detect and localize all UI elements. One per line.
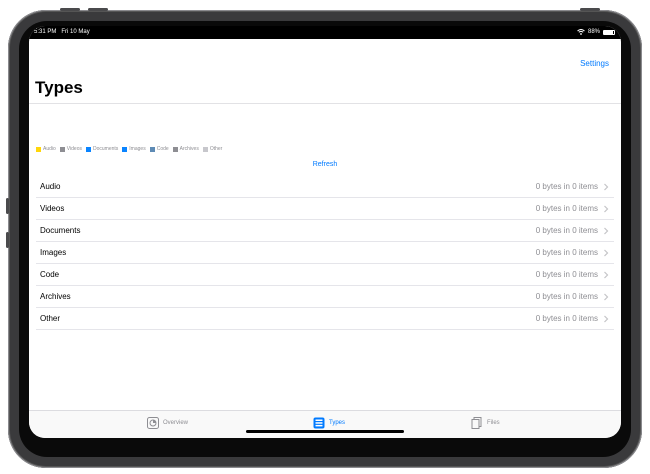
type-row[interactable]: Documents 0 bytes in 0 items — [36, 220, 614, 242]
chevron-right-icon — [604, 315, 609, 323]
type-label: Other — [40, 314, 61, 323]
type-label: Code — [40, 270, 60, 279]
type-label: Archives — [40, 292, 71, 301]
legend-item: Videos — [59, 146, 82, 152]
volume-button — [6, 232, 9, 248]
date-text: Fri 10 May — [61, 29, 90, 35]
refresh-button[interactable]: Refresh — [29, 161, 621, 168]
type-size: 0 bytes in 0 items — [535, 182, 598, 191]
type-size: 0 bytes in 0 items — [535, 292, 598, 301]
tab-bar: Overview Types Files — [29, 410, 621, 438]
type-row[interactable]: Other 0 bytes in 0 items — [36, 308, 614, 330]
chevron-right-icon — [604, 249, 609, 257]
legend-label: Code — [156, 146, 169, 152]
type-row[interactable]: Audio 0 bytes in 0 items — [36, 176, 614, 198]
tab-label: Files — [487, 420, 500, 426]
battery-percent: 88% — [587, 29, 600, 35]
legend-label: Images — [129, 146, 146, 152]
status-time: 5:31 PM Fri 10 May — [34, 29, 90, 35]
tab-label: Overview — [163, 420, 189, 426]
legend-label: Videos — [66, 146, 82, 152]
legend-label: Audio — [43, 146, 56, 152]
volume-button — [6, 198, 9, 214]
chart-legend: Audio Videos Documents Images Code Archives Ot… — [36, 146, 222, 152]
battery-icon — [603, 29, 615, 35]
wifi-icon — [577, 29, 585, 35]
legend-item: Other — [202, 146, 223, 152]
types-list: Audio 0 bytes in 0 items Videos 0 bytes in … — [36, 176, 614, 330]
status-indicators: 88% — [577, 29, 615, 35]
tab-types[interactable]: Types — [313, 417, 345, 429]
app-screen: 5:31 PM Fri 10 May 88% Settings Types Au… — [29, 26, 621, 438]
legend-item: Documents — [86, 146, 118, 152]
overview-icon — [147, 417, 159, 429]
legend-swatch — [59, 146, 65, 152]
time-text: 5:31 PM — [34, 29, 57, 35]
type-size: 0 bytes in 0 items — [535, 270, 598, 279]
type-size: 0 bytes in 0 items — [535, 248, 598, 257]
legend-item: Code — [149, 146, 169, 152]
type-row[interactable]: Images 0 bytes in 0 items — [36, 242, 614, 264]
page-title: Types — [35, 78, 83, 97]
tab-files[interactable]: Files — [471, 417, 500, 429]
type-size: 0 bytes in 0 items — [535, 314, 598, 323]
legend-item: Archives — [172, 146, 199, 152]
type-size: 0 bytes in 0 items — [535, 204, 598, 213]
types-icon — [313, 417, 325, 429]
legend-swatch — [172, 146, 178, 152]
chevron-right-icon — [604, 183, 609, 191]
legend-label: Other — [209, 146, 223, 152]
power-button — [580, 8, 600, 11]
files-icon — [471, 417, 483, 429]
type-row[interactable]: Videos 0 bytes in 0 items — [36, 198, 614, 220]
type-size: 0 bytes in 0 items — [535, 226, 598, 235]
type-row[interactable]: Code 0 bytes in 0 items — [36, 264, 614, 286]
type-row[interactable]: Archives 0 bytes in 0 items — [36, 286, 614, 308]
chevron-right-icon — [604, 293, 609, 301]
tab-overview[interactable]: Overview — [147, 417, 188, 429]
legend-item: Audio — [36, 146, 56, 152]
type-label: Audio — [40, 182, 61, 191]
chevron-right-icon — [604, 227, 609, 235]
top-button — [60, 8, 80, 11]
legend-swatch — [122, 146, 128, 152]
type-label: Documents — [40, 226, 81, 235]
legend-swatch — [149, 146, 155, 152]
type-label: Videos — [40, 204, 65, 213]
top-button — [88, 8, 108, 11]
chevron-right-icon — [604, 205, 609, 213]
navigation-bar: Settings Types — [29, 39, 621, 104]
legend-label: Documents — [93, 146, 119, 152]
legend-swatch — [36, 146, 41, 152]
legend-item: Images — [122, 146, 146, 152]
legend-swatch — [202, 146, 208, 152]
chevron-right-icon — [604, 271, 609, 279]
tab-label: Types — [329, 420, 346, 426]
legend-swatch — [86, 146, 91, 152]
home-indicator[interactable] — [246, 430, 404, 433]
status-bar: 5:31 PM Fri 10 May 88% — [29, 26, 621, 39]
settings-button[interactable]: Settings — [580, 59, 609, 68]
type-label: Images — [40, 248, 67, 257]
legend-label: Archives — [179, 146, 199, 152]
